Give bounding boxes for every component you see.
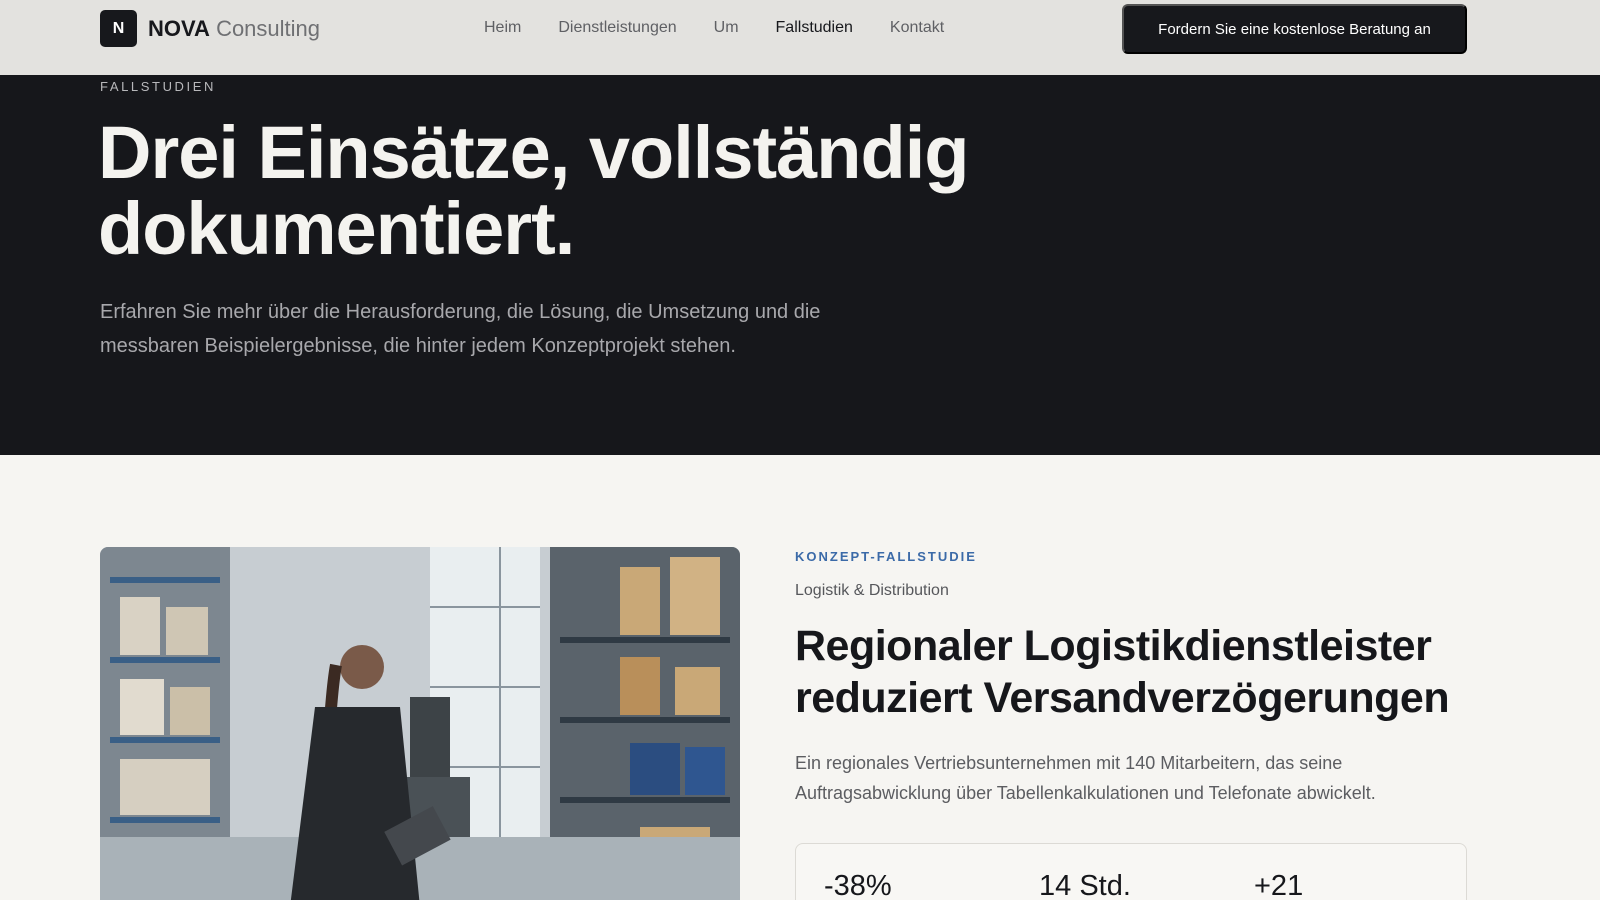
- hero-title: Drei Einsätze, vollständig dokumentiert.: [98, 115, 998, 267]
- hero-subtitle-line2: messbaren Beispielergebnisse, die hinter…: [100, 335, 736, 357]
- logo-suffix: Consulting: [216, 15, 321, 41]
- site-header: N NOVA Consulting Heim Dienstleistungen …: [0, 0, 1600, 75]
- results-stats-card: -38% 14 Std. +21: [795, 843, 1467, 900]
- hero-section: FALLSTUDIEN Drei Einsätze, vollständig d…: [0, 75, 1600, 455]
- case-study-title-line2: reduziert Versandverzögerungen: [795, 674, 1450, 722]
- main-nav: Heim Dienstleistungen Um Fallstudien Kon…: [484, 19, 944, 37]
- stat-increase: +21: [1254, 870, 1304, 900]
- case-study-label: KONZEPT-FALLSTUDIE: [795, 549, 977, 564]
- case-study-category: Logistik & Distribution: [795, 582, 949, 599]
- warehouse-illustration: [100, 547, 740, 900]
- hero-subtitle: Erfahren Sie mehr über die Herausforderu…: [100, 295, 880, 363]
- nav-item-contact[interactable]: Kontakt: [890, 19, 944, 37]
- warehouse-photo: [100, 547, 740, 900]
- hero-subtitle-line1: Erfahren Sie mehr über die Herausforderu…: [100, 301, 821, 323]
- case-study-title-line1: Regionaler Logistikdienstleister: [795, 622, 1432, 670]
- case-study-description-line1: Ein regionales Vertriebsunternehmen mit …: [795, 753, 1343, 773]
- free-consultation-button[interactable]: Fordern Sie eine kostenlose Beratung an: [1122, 4, 1467, 54]
- nav-item-about[interactable]: Um: [714, 19, 739, 37]
- logo[interactable]: N NOVA Consulting: [100, 10, 320, 47]
- hero-title-line1: Drei Einsätze, vollständig: [98, 111, 969, 194]
- logo-mark: N: [100, 10, 137, 47]
- case-study-description-line2: Auftragsabwicklung über Tabellenkalkulat…: [795, 783, 1376, 803]
- logo-text: NOVA Consulting: [148, 16, 320, 42]
- stat-delay-reduction: -38%: [824, 870, 892, 900]
- case-study-title[interactable]: Regionaler Logistikdienstleister reduzie…: [795, 620, 1495, 724]
- hero-title-line2: dokumentiert.: [98, 187, 575, 270]
- nav-item-services[interactable]: Dienstleistungen: [558, 19, 676, 37]
- stat-hours-saved: 14 Std.: [1039, 870, 1131, 900]
- hero-eyebrow: FALLSTUDIEN: [100, 79, 217, 94]
- case-study-description: Ein regionales Vertriebsunternehmen mit …: [795, 748, 1475, 808]
- nav-item-home[interactable]: Heim: [484, 19, 521, 37]
- logo-brand: NOVA: [148, 15, 210, 41]
- nav-item-case-studies[interactable]: Fallstudien: [776, 19, 853, 37]
